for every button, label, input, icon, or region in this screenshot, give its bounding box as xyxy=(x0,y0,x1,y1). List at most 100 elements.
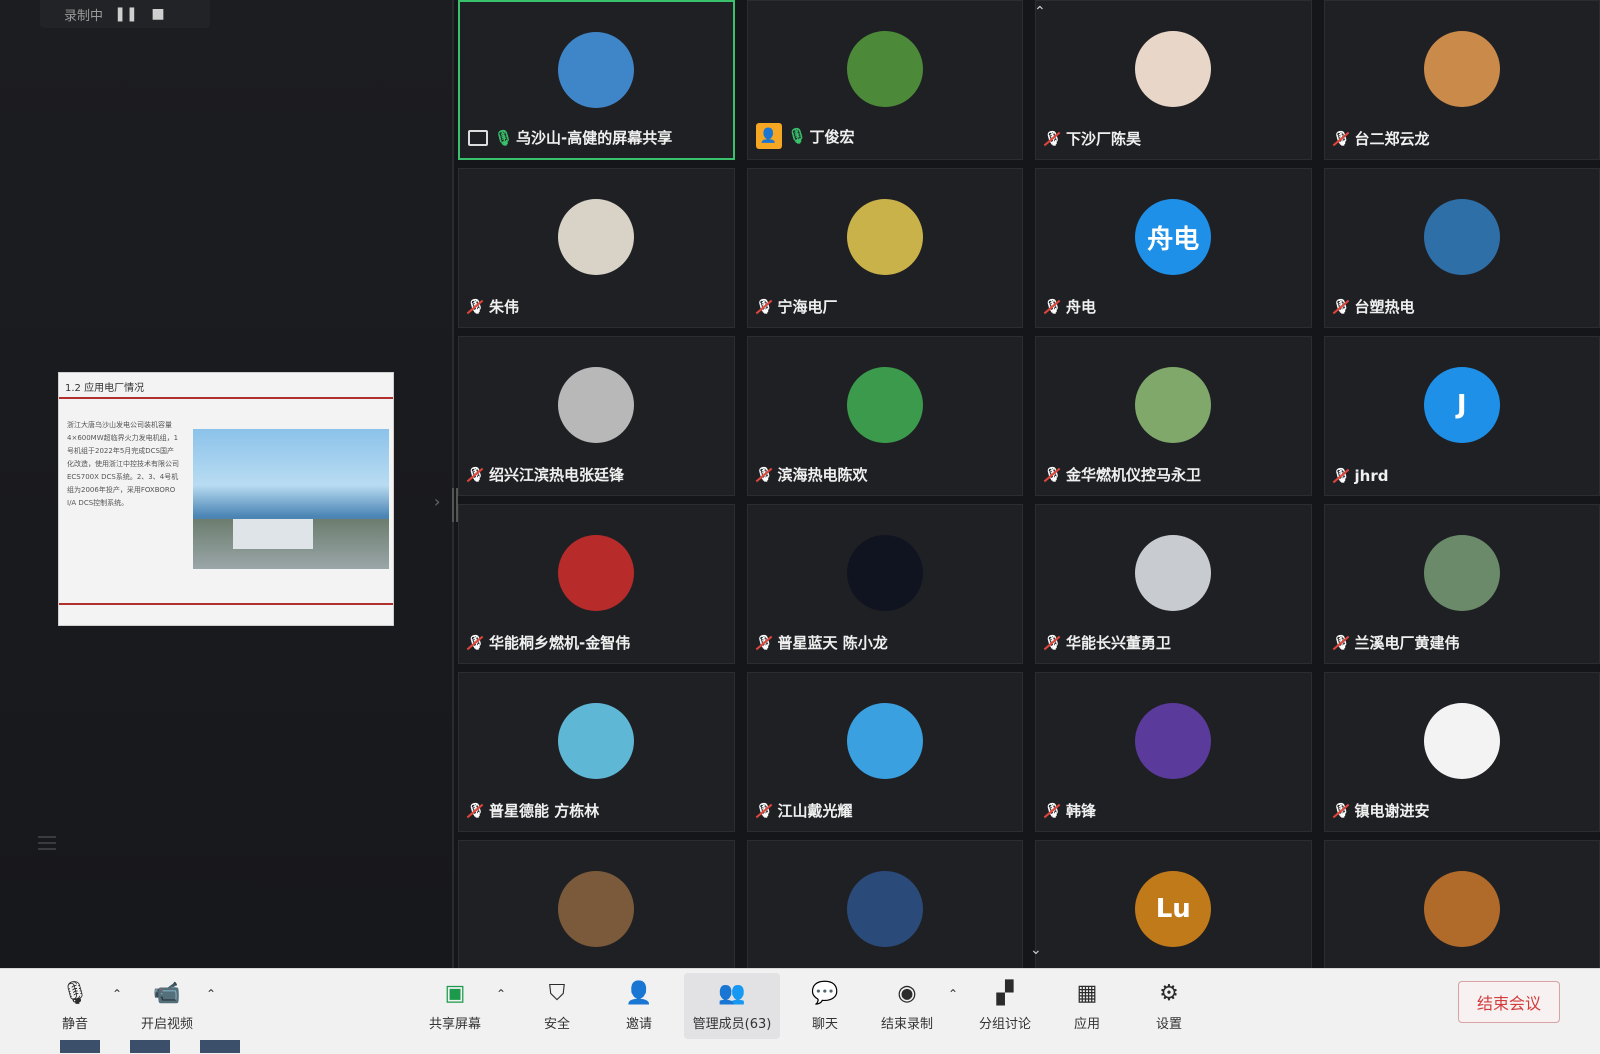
avatar-initials: 舟电 xyxy=(1147,219,1199,256)
avatar xyxy=(558,535,634,611)
participant-name: 普星德能 方栋林 xyxy=(489,800,599,821)
stop-recording-icon[interactable]: ■ xyxy=(149,6,167,22)
slide-body: 浙江大唐乌沙山发电公司装机容量4×600MW超临界火力发电机组，1号机组于202… xyxy=(67,419,179,510)
avatar xyxy=(558,199,634,275)
participant-label: 🎙韩锋 xyxy=(1044,800,1096,821)
avatar-initials: Lu xyxy=(1156,894,1191,924)
participants-icon: 👥 xyxy=(717,979,747,1007)
participant-label: 🎙 普星蓝天 陈小龙 xyxy=(756,632,888,653)
participant-label: 👤🎙丁俊宏 xyxy=(756,123,855,149)
participant-name: 台塑热电 xyxy=(1355,296,1415,317)
avatar xyxy=(558,703,634,779)
avatar xyxy=(558,32,634,108)
microphone-muted-icon: 🎙 xyxy=(756,466,772,484)
participant-name: 舟电 xyxy=(1066,296,1096,317)
chat-button[interactable]: 💬 聊天 xyxy=(780,979,870,1032)
participant-tile[interactable]: 🎙华能桐乡燃机-金智伟 xyxy=(458,504,735,664)
shield-icon: ⛉ xyxy=(542,979,572,1007)
avatar xyxy=(847,367,923,443)
participant-label: 🎙 兰溪电厂黄建伟 xyxy=(1333,632,1460,653)
apps-grid-icon: ▦ xyxy=(1072,979,1102,1007)
participant-tile[interactable]: 舟电🎙舟电 xyxy=(1035,168,1312,328)
microphone-muted-icon: 🎙 xyxy=(467,466,483,484)
participant-tile[interactable]: 🎙台塑热电 xyxy=(1324,168,1600,328)
participant-tile[interactable]: 🎙绍兴江滨热电张廷锋 xyxy=(458,336,735,496)
participant-tile[interactable]: 🎙 普星德能 方栋林 xyxy=(458,672,735,832)
participant-tile[interactable]: 🎙台二郑云龙 xyxy=(1324,0,1600,160)
microphone-muted-icon: 🎙 xyxy=(1044,466,1060,484)
mute-options-chevron-icon[interactable]: ⌃ xyxy=(112,987,122,1001)
participant-name: 普星蓝天 陈小龙 xyxy=(778,632,888,653)
chevron-right-icon[interactable]: › xyxy=(434,492,440,511)
record-options-chevron-icon[interactable]: ⌃ xyxy=(948,987,958,1001)
participant-tile[interactable]: 🎙下沙厂陈昊 xyxy=(1035,0,1312,160)
avatar xyxy=(847,703,923,779)
avatar xyxy=(847,535,923,611)
microphone-muted-icon: 🎙 xyxy=(1044,130,1060,148)
microphone-icon: 🎙 xyxy=(60,979,90,1007)
video-off-icon: 📹 xyxy=(152,979,182,1007)
participant-tile[interactable]: 🎙镇电谢进安 xyxy=(1324,672,1600,832)
microphone-muted-icon: 🎙 xyxy=(756,298,772,316)
microphone-muted-icon: 🎙 xyxy=(756,634,772,652)
participant-tile[interactable]: 🎙江山戴光耀 xyxy=(747,672,1024,832)
participant-tile[interactable]: 🎙韩锋 xyxy=(1035,672,1312,832)
participant-label: 🎙江山戴光耀 xyxy=(756,800,853,821)
avatar xyxy=(558,367,634,443)
participant-tile[interactable]: 🎙金华燃机仪控马永卫 xyxy=(1035,336,1312,496)
end-meeting-button[interactable]: 结束会议 xyxy=(1458,981,1560,1023)
avatar: Lu xyxy=(1135,871,1211,947)
participant-label: 🎙jhrd xyxy=(1333,467,1389,485)
invite-button[interactable]: 👤 邀请 xyxy=(594,979,684,1032)
avatar xyxy=(1135,535,1211,611)
video-options-chevron-icon[interactable]: ⌃ xyxy=(206,987,216,1001)
manage-participants-button[interactable]: 👥 管理成员(63) xyxy=(684,973,780,1039)
mute-button[interactable]: 🎙 静音 xyxy=(30,979,120,1032)
add-user-icon: 👤 xyxy=(624,979,654,1007)
participant-label: 🎙舟电 xyxy=(1044,296,1096,317)
microphone-muted-icon: 🎙 xyxy=(1044,802,1060,820)
stop-recording-button[interactable]: ◉ 结束录制 xyxy=(862,979,952,1032)
participant-tile[interactable]: 🎙朱伟 xyxy=(458,168,735,328)
participant-tile[interactable]: 👤🎙丁俊宏 xyxy=(747,0,1024,160)
participant-name: 滨海热电陈欢 xyxy=(778,464,868,485)
security-button[interactable]: ⛉ 安全 xyxy=(512,979,602,1032)
avatar xyxy=(1135,703,1211,779)
participant-label: 🎙乌沙山-高健的屏幕共享 xyxy=(468,127,672,148)
record-stop-icon: ◉ xyxy=(892,979,922,1007)
avatar xyxy=(1135,31,1211,107)
participant-tile[interactable]: 🎙 普星蓝天 陈小龙 xyxy=(747,504,1024,664)
recording-bar: 录制中 ❚❚ ■ xyxy=(40,0,210,28)
screen-share-icon xyxy=(468,130,488,146)
breakout-icon: ▞ xyxy=(990,979,1020,1007)
participant-tile[interactable]: 🎙宁海电厂 xyxy=(747,168,1024,328)
participant-label: 🎙 普星德能 方栋林 xyxy=(467,800,599,821)
participant-name: 兰溪电厂黄建伟 xyxy=(1355,632,1460,653)
settings-button[interactable]: ⚙ 设置 xyxy=(1124,979,1214,1032)
participant-label: 🎙下沙厂陈昊 xyxy=(1044,128,1141,149)
breakout-rooms-button[interactable]: ▞ 分组讨论 xyxy=(960,979,1050,1032)
participant-tile[interactable]: 🎙 滨海热电陈欢 xyxy=(747,336,1024,496)
share-screen-icon: ▣ xyxy=(440,979,470,1007)
microphone-muted-icon: 🎙 xyxy=(1333,634,1349,652)
slide-thumbnail: 1.2 应用电厂情况 浙江大唐乌沙山发电公司装机容量4×600MW超临界火力发电… xyxy=(58,372,394,626)
share-options-chevron-icon[interactable]: ⌃ xyxy=(496,987,506,1001)
participant-label: 🎙台二郑云龙 xyxy=(1333,128,1430,149)
participant-label: 🎙朱伟 xyxy=(467,296,519,317)
menu-lines-icon[interactable] xyxy=(38,836,56,854)
video-button[interactable]: 📹 开启视频 xyxy=(122,979,212,1032)
chevron-up-icon[interactable]: ⌃ xyxy=(1034,4,1046,20)
participant-grid: 🎙乌沙山-高健的屏幕共享👤🎙丁俊宏🎙下沙厂陈昊🎙台二郑云龙🎙朱伟🎙宁海电厂舟电🎙… xyxy=(458,0,1600,968)
participant-tile[interactable]: 🎙华能长兴董勇卫 xyxy=(1035,504,1312,664)
chevron-down-icon[interactable]: ⌄ xyxy=(1030,942,1042,958)
slide-title: 1.2 应用电厂情况 xyxy=(59,373,393,399)
pause-recording-icon[interactable]: ❚❚ xyxy=(117,6,135,22)
participant-label: 🎙华能桐乡燃机-金智伟 xyxy=(467,632,630,653)
apps-button[interactable]: ▦ 应用 xyxy=(1042,979,1132,1032)
participant-tile[interactable]: J🎙jhrd xyxy=(1324,336,1600,496)
participant-tile[interactable]: 🎙乌沙山-高健的屏幕共享 xyxy=(458,0,735,160)
microphone-muted-icon: 🎙 xyxy=(467,802,483,820)
participant-tile[interactable]: 🎙 兰溪电厂黄建伟 xyxy=(1324,504,1600,664)
share-screen-button[interactable]: ▣ 共享屏幕 xyxy=(410,979,500,1032)
participant-name: 镇电谢进安 xyxy=(1355,800,1430,821)
